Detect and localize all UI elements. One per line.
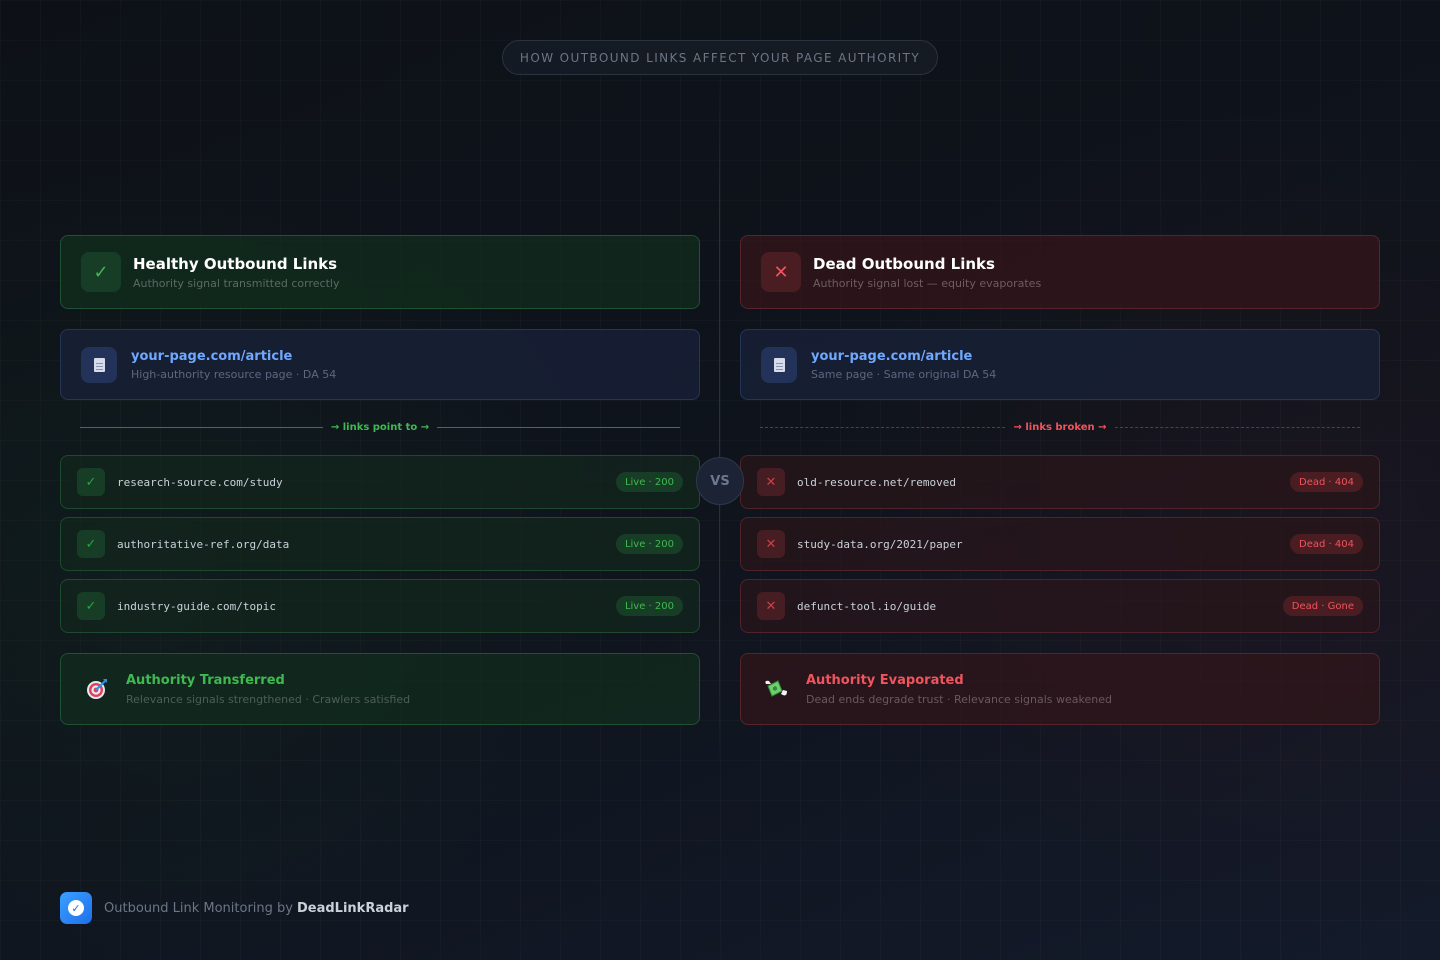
dead-result-card: Authority Evaporated Dead ends degrade t… [740,653,1380,725]
healthy-link-row: ✓ industry-guide.com/topic Live · 200 [60,579,700,633]
flying-money-icon [763,675,791,703]
cross-icon: ✕ [757,530,785,558]
status-badge: Live · 200 [615,472,683,492]
cross-icon: ✕ [761,252,801,292]
dead-result-title: Authority Evaporated [806,672,964,688]
check-icon: ✓ [68,900,84,916]
vs-badge: VS [696,457,744,505]
link-url[interactable]: authoritative-ref.org/data [117,538,616,551]
document-icon [761,346,797,383]
dead-divider-label: → links broken → [1013,421,1107,433]
dead-link-row: ✕ old-resource.net/removed Dead · 404 [740,455,1380,509]
check-icon: ✓ [77,592,105,620]
healthy-page-card: your-page.com/article High-authority res… [60,329,700,400]
healthy-divider: → links point to → [80,419,680,435]
target-icon [83,675,111,703]
healthy-link-row: ✓ authoritative-ref.org/data Live · 200 [60,517,700,571]
dead-link-row: ✕ defunct-tool.io/guide Dead · Gone [740,579,1380,633]
healthy-link-row: ✓ research-source.com/study Live · 200 [60,455,700,509]
document-icon [81,346,117,383]
status-badge: Dead · Gone [1282,596,1363,616]
healthy-page-url[interactable]: your-page.com/article [131,349,336,364]
healthy-page-subtitle: High-authority resource page · DA 54 [131,367,337,381]
healthy-divider-label: → links point to → [330,421,430,433]
link-url[interactable]: industry-guide.com/topic [117,600,616,613]
status-badge: Live · 200 [615,534,683,554]
footer-text: Outbound Link Monitoring by [104,900,293,916]
dead-divider: → links broken → [760,419,1360,435]
status-badge: Dead · 404 [1290,534,1363,554]
footer-brand-link[interactable]: DeadLinkRadar [297,901,409,916]
dead-subtitle: Authority signal lost — equity evaporate… [813,276,1042,290]
healthy-result-subtitle: Relevance signals strengthened · Crawler… [126,692,411,706]
dead-page-url[interactable]: your-page.com/article [811,349,996,364]
page-title: HOW OUTBOUND LINKS AFFECT YOUR PAGE AUTH… [502,40,938,75]
dead-link-row: ✕ study-data.org/2021/paper Dead · 404 [740,517,1380,571]
check-icon: ✓ [77,530,105,558]
link-url[interactable]: research-source.com/study [117,476,616,489]
status-badge: Dead · 404 [1290,472,1363,492]
healthy-result-card: Authority Transferred Relevance signals … [60,653,700,725]
healthy-subtitle: Authority signal transmitted correctly [133,276,340,290]
dead-page-subtitle: Same page · Same original DA 54 [811,367,997,381]
deadlinkradar-logo-icon[interactable]: ✓ [60,892,92,924]
healthy-result-title: Authority Transferred [126,672,285,688]
dead-result-subtitle: Dead ends degrade trust · Relevance sign… [806,692,1113,706]
healthy-title: Healthy Outbound Links [133,254,338,273]
status-badge: Live · 200 [615,596,683,616]
dead-page-card: your-page.com/article Same page · Same o… [740,329,1380,400]
dead-title: Dead Outbound Links [813,254,995,273]
link-url[interactable]: old-resource.net/removed [797,476,1290,489]
healthy-header-card: ✓ Healthy Outbound Links Authority signa… [60,235,700,309]
cross-icon: ✕ [757,468,785,496]
check-icon: ✓ [81,252,121,292]
footer: ✓ Outbound Link Monitoring by DeadLinkRa… [60,892,409,924]
link-url[interactable]: defunct-tool.io/guide [797,600,1283,613]
check-icon: ✓ [77,468,105,496]
dead-header-card: ✕ Dead Outbound Links Authority signal l… [740,235,1380,309]
link-url[interactable]: study-data.org/2021/paper [797,538,1290,551]
cross-icon: ✕ [757,592,785,620]
center-divider-line [719,75,720,765]
